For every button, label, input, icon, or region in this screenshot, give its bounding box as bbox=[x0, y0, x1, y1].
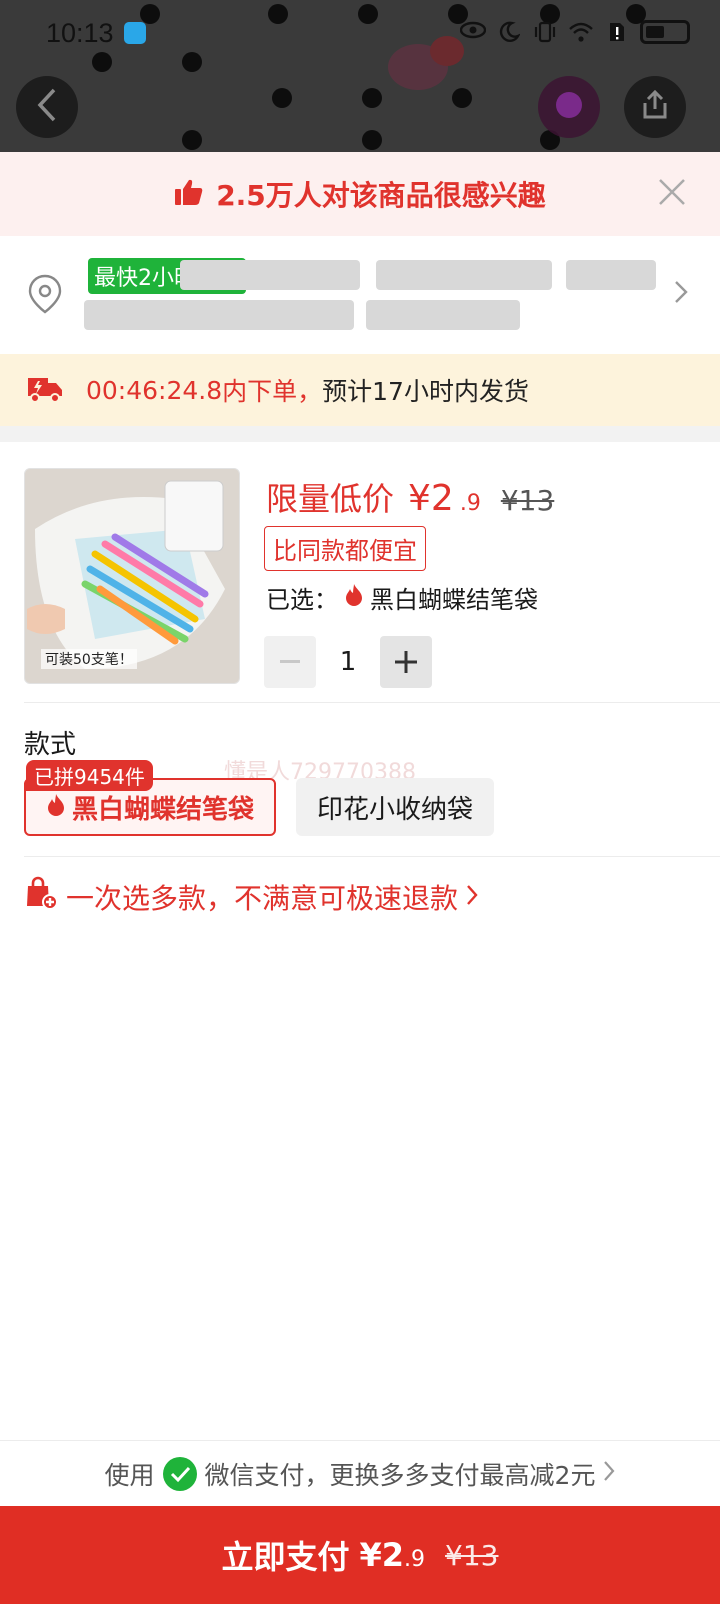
section-gap bbox=[0, 426, 720, 442]
favorite-button[interactable] bbox=[538, 76, 600, 138]
thumbs-up-icon bbox=[174, 178, 204, 210]
redacted-address-line bbox=[566, 260, 656, 290]
close-icon[interactable] bbox=[652, 172, 692, 212]
group-buy-count-badge: 已拼9454件 bbox=[26, 760, 153, 791]
back-arrow-icon bbox=[34, 87, 60, 127]
price-line: 限量低价 ¥2.9 ¥13 bbox=[266, 474, 554, 520]
redacted-address-line bbox=[366, 300, 520, 330]
divider bbox=[24, 702, 720, 703]
product-image-caption: 可装50支笔！ bbox=[41, 649, 137, 669]
vibrate-icon bbox=[532, 21, 558, 43]
pay-button-price: ¥2.9 bbox=[360, 1536, 426, 1574]
eye-icon bbox=[459, 21, 487, 43]
plus-icon bbox=[395, 651, 417, 673]
favorite-icon bbox=[554, 90, 584, 124]
pay-now-button[interactable]: 立即支付 ¥2.9 ¥13 bbox=[0, 1506, 720, 1604]
price-label: 限量低价 bbox=[266, 480, 395, 518]
style-option-printed-pouch[interactable]: 印花小收纳袋 bbox=[296, 778, 494, 836]
multi-select-refund-link[interactable]: 一次选多款，不满意可极速退款 bbox=[24, 876, 478, 917]
pay-price-integer: ¥2 bbox=[359, 1536, 405, 1574]
app-notification-icon bbox=[124, 22, 146, 44]
shipping-eta: 预计17小时内发货 bbox=[322, 377, 529, 406]
pay-price-decimal: .9 bbox=[404, 1547, 426, 1572]
minus-button[interactable] bbox=[264, 636, 316, 688]
payment-prefix: 使用 bbox=[104, 1460, 155, 1490]
chevron-right-icon bbox=[603, 1459, 615, 1488]
pay-button-original-price: ¥13 bbox=[445, 1538, 499, 1572]
style-option-label: 印花小收纳袋 bbox=[316, 794, 473, 825]
quantity-value[interactable]: 1 bbox=[316, 647, 380, 677]
chevron-right-icon bbox=[674, 280, 688, 308]
interest-text: 2.5万人对该商品很感兴趣 bbox=[216, 179, 546, 212]
style-section-title: 款式 bbox=[24, 730, 77, 760]
moon-icon bbox=[496, 21, 522, 43]
flame-icon bbox=[46, 793, 66, 821]
style-option-label: 黑白蝴蝶结笔袋 bbox=[71, 794, 254, 825]
sim-alert-icon bbox=[604, 21, 630, 43]
selected-variant: 已选： 黑白蝴蝶结笔袋 bbox=[266, 580, 538, 615]
back-button[interactable] bbox=[16, 76, 78, 138]
chevron-right-icon bbox=[466, 880, 478, 913]
current-price-decimal: .9 bbox=[459, 491, 481, 516]
interest-banner: 2.5万人对该商品很感兴趣 bbox=[0, 152, 720, 236]
wifi-icon bbox=[568, 21, 594, 43]
redacted-address-line bbox=[376, 260, 552, 290]
address-row[interactable]: 最快2小时发货 bbox=[0, 236, 720, 354]
redacted-address-line bbox=[180, 260, 360, 290]
shopping-bag-plus-icon bbox=[24, 876, 58, 917]
battery-icon bbox=[640, 20, 690, 44]
cheaper-badge: 比同款都便宜 bbox=[264, 526, 426, 571]
selected-value: 黑白蝴蝶结笔袋 bbox=[370, 586, 538, 614]
shipping-countdown: 00:46:24.8 内下单， 预计17小时内发货 bbox=[0, 354, 720, 426]
current-price: ¥2 bbox=[408, 478, 454, 519]
payment-method-switch[interactable]: 使用 微信支付，更换多多支付最高减2元 bbox=[0, 1440, 720, 1506]
quantity-stepper: 1 bbox=[264, 636, 432, 688]
status-bar: 10:13 bbox=[0, 0, 720, 66]
refund-text: 一次选多款，不满意可极速退款 bbox=[66, 881, 459, 915]
status-icons bbox=[459, 20, 690, 44]
flame-icon bbox=[344, 583, 364, 613]
wechat-pay-icon bbox=[162, 1456, 197, 1491]
location-pin-icon bbox=[26, 274, 64, 318]
countdown-timer: 00:46:24.8 bbox=[86, 375, 223, 405]
original-price: ¥13 bbox=[500, 484, 555, 517]
delivery-truck-icon bbox=[26, 372, 64, 408]
pay-button-label: 立即支付 bbox=[221, 1538, 350, 1576]
minus-icon bbox=[280, 660, 300, 663]
redacted-address-line bbox=[84, 300, 354, 330]
share-icon bbox=[639, 89, 671, 125]
plus-button[interactable] bbox=[380, 636, 432, 688]
payment-switch-text: 微信支付，更换多多支付最高减2元 bbox=[204, 1460, 596, 1490]
countdown-suffix: 内下单， bbox=[222, 377, 323, 406]
divider bbox=[24, 856, 720, 857]
share-button[interactable] bbox=[624, 76, 686, 138]
product-thumbnail[interactable]: 可装50支笔！ bbox=[24, 468, 240, 684]
status-time: 10:13 bbox=[46, 18, 114, 48]
selected-prefix: 已选： bbox=[266, 586, 338, 614]
